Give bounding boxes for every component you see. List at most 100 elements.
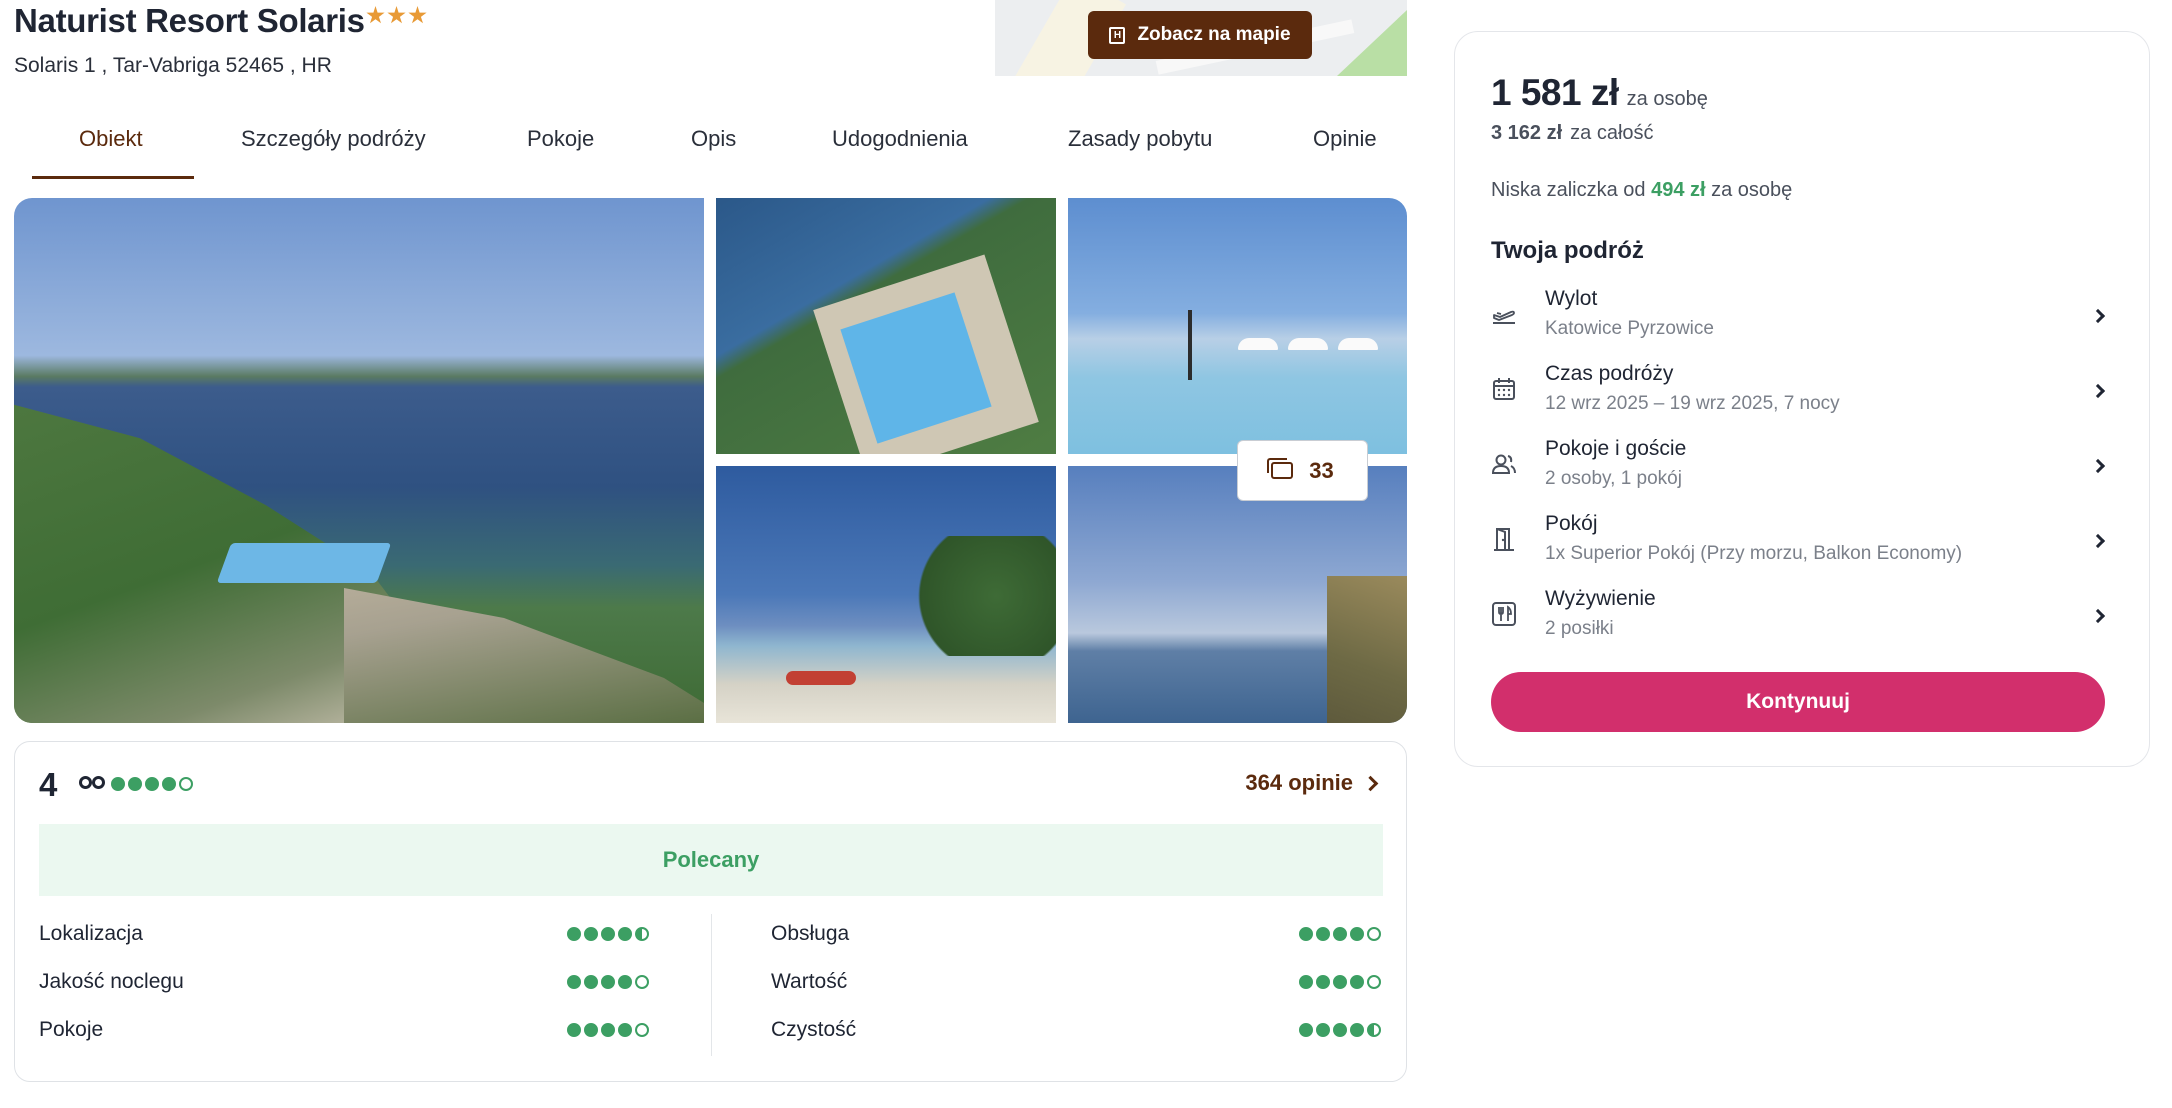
- gallery-photo-3[interactable]: [1068, 198, 1407, 454]
- rating-bubble: [111, 777, 125, 791]
- show-on-map-button[interactable]: H Zobacz na mapie: [1088, 11, 1312, 59]
- chevron-right-icon: [1362, 775, 1379, 791]
- rating-bubble: [601, 1023, 615, 1037]
- rating-bubble: [1299, 927, 1313, 941]
- trip-item-label: Pokój: [1545, 512, 1598, 535]
- deposit-suffix: za osobę: [1711, 179, 1793, 201]
- deposit-amount: 494 zł: [1651, 179, 1706, 201]
- gallery-photo-main[interactable]: [14, 198, 704, 723]
- photo-tree: [906, 536, 1056, 656]
- trip-item-room[interactable]: Pokój 1x Superior Pokój (Przy morzu, Bal…: [1491, 512, 2115, 576]
- trip-item-label: Pokoje i goście: [1545, 437, 1687, 460]
- hotel-name: Naturist Resort Solaris: [14, 2, 365, 39]
- price-per-person: 1 581 zł za osobę: [1491, 72, 1708, 114]
- tab-pokoje[interactable]: Pokoje: [527, 118, 594, 178]
- rating-bubble: [1299, 975, 1313, 989]
- trip-heading: Twoja podróż: [1491, 237, 1644, 264]
- rating-bubble: [618, 1023, 632, 1037]
- rating-bubble: [1333, 1023, 1347, 1037]
- photo-umbrella: [1338, 338, 1378, 350]
- category-label: Lokalizacja: [39, 922, 143, 945]
- star-icon: [408, 6, 427, 24]
- total-price-value: 3 162 zł: [1491, 122, 1563, 144]
- section-tabs: Obiekt Szczegóły podróży Pokoje Opis Udo…: [32, 118, 1402, 179]
- rating-bubble: [618, 927, 632, 941]
- gallery-photo-2[interactable]: [716, 198, 1056, 454]
- map-park-area: [1337, 10, 1407, 76]
- overall-score: 4: [39, 766, 58, 803]
- price-per-label: za osobę: [1626, 88, 1708, 110]
- rating-bubble: [1316, 1023, 1330, 1037]
- rating-bubble: [162, 777, 176, 791]
- photo-boat: [786, 671, 856, 685]
- chevron-right-icon: [2090, 533, 2106, 549]
- rating-bubble: [1350, 1023, 1364, 1037]
- ratings-card: 4 364 opinie Polecany Lokalizacja Jakość…: [14, 741, 1407, 1082]
- trip-item-label: Wylot: [1545, 287, 1598, 310]
- rating-category-pokoje: Pokoje: [39, 1015, 649, 1045]
- rating-bubble: [567, 1023, 581, 1037]
- gallery-photo-4[interactable]: [716, 466, 1056, 723]
- tab-udogodnienia[interactable]: Udogodnienia: [832, 118, 968, 178]
- chevron-right-icon: [2090, 458, 2106, 474]
- photo-cliff: [1327, 576, 1407, 723]
- deposit-info: Niska zaliczka od 494 zł za osobę: [1491, 179, 1792, 202]
- category-bubbles: [567, 975, 649, 989]
- category-bubbles: [567, 1023, 649, 1037]
- rating-bubble: [567, 975, 581, 989]
- rating-category-wartosc: Wartość: [771, 967, 1381, 997]
- trip-item-dates[interactable]: Czas podróży 12 wrz 2025 – 19 wrz 2025, …: [1491, 362, 2115, 426]
- rating-bubble: [584, 1023, 598, 1037]
- trip-item-value: 1x Superior Pokój (Przy morzu, Balkon Ec…: [1545, 543, 1963, 564]
- rating-category-jakosc-noclegu: Jakość noclegu: [39, 967, 649, 997]
- owl-eye: [92, 776, 105, 789]
- star-icon: [366, 6, 385, 24]
- trip-item-departure[interactable]: Wylot Katowice Pyrzowice: [1491, 287, 2115, 351]
- tab-zasady-pobytu[interactable]: Zasady pobytu: [1068, 118, 1212, 178]
- gallery-photo-5[interactable]: [1068, 466, 1407, 723]
- rating-bubble: [635, 1023, 649, 1037]
- rating-bubble: [1333, 927, 1347, 941]
- users-icon: [1491, 454, 1516, 474]
- plane-departure-icon: [1493, 310, 1515, 324]
- rating-bubble: [635, 975, 649, 989]
- rating-bubble: [1316, 975, 1330, 989]
- tab-obiekt[interactable]: Obiekt: [79, 118, 143, 178]
- chevron-right-icon: [2090, 608, 2106, 624]
- price-total: 3 162 zł za całość: [1491, 122, 1654, 145]
- category-bubbles: [567, 927, 649, 941]
- tab-szczegoly-podrozy[interactable]: Szczegóły podróży: [241, 118, 426, 178]
- tripadvisor-icon: [79, 772, 109, 792]
- deposit-prefix: Niska zaliczka od: [1491, 179, 1646, 201]
- photo-umbrella: [1288, 338, 1328, 350]
- tab-opinie[interactable]: Opinie: [1313, 118, 1377, 178]
- category-label: Jakość noclegu: [39, 970, 184, 993]
- rating-bubble: [179, 777, 193, 791]
- chevron-right-icon: [2090, 383, 2106, 399]
- reviews-link[interactable]: 364 opinie: [1245, 770, 1379, 796]
- rating-bubble: [1350, 927, 1364, 941]
- hotel-stars: [366, 6, 427, 25]
- rating-bubble: [618, 975, 632, 989]
- category-label: Pokoje: [39, 1018, 104, 1041]
- tab-opis[interactable]: Opis: [691, 118, 736, 178]
- hotel-address: Solaris 1 , Tar-Vabriga 52465 , HR: [14, 54, 332, 77]
- fork-knife-icon: [1492, 602, 1516, 626]
- trip-item-board[interactable]: Wyżywienie 2 posiłki: [1491, 587, 2115, 651]
- rating-bubble: [1316, 927, 1330, 941]
- rating-category-czystosc: Czystość: [771, 1015, 1381, 1045]
- rating-category-obsluga: Obsługa: [771, 919, 1381, 949]
- trip-item-guests[interactable]: Pokoje i goście 2 osoby, 1 pokój: [1491, 437, 2115, 501]
- rating-bubble: [1367, 927, 1381, 941]
- rating-bubble: [1350, 975, 1364, 989]
- overall-rating-bubbles: [111, 777, 193, 791]
- rating-bubble: [601, 927, 615, 941]
- owl-eye: [79, 776, 92, 789]
- price-value: 1 581 zł: [1491, 72, 1619, 113]
- active-tab-indicator: [32, 176, 194, 179]
- rating-category-lokalizacja: Lokalizacja: [39, 919, 649, 949]
- all-photos-button[interactable]: 33: [1237, 440, 1368, 501]
- continue-button[interactable]: Kontynuuj: [1491, 672, 2105, 732]
- trip-item-value: 2 posiłki: [1545, 618, 1614, 639]
- rating-bubble: [635, 927, 649, 941]
